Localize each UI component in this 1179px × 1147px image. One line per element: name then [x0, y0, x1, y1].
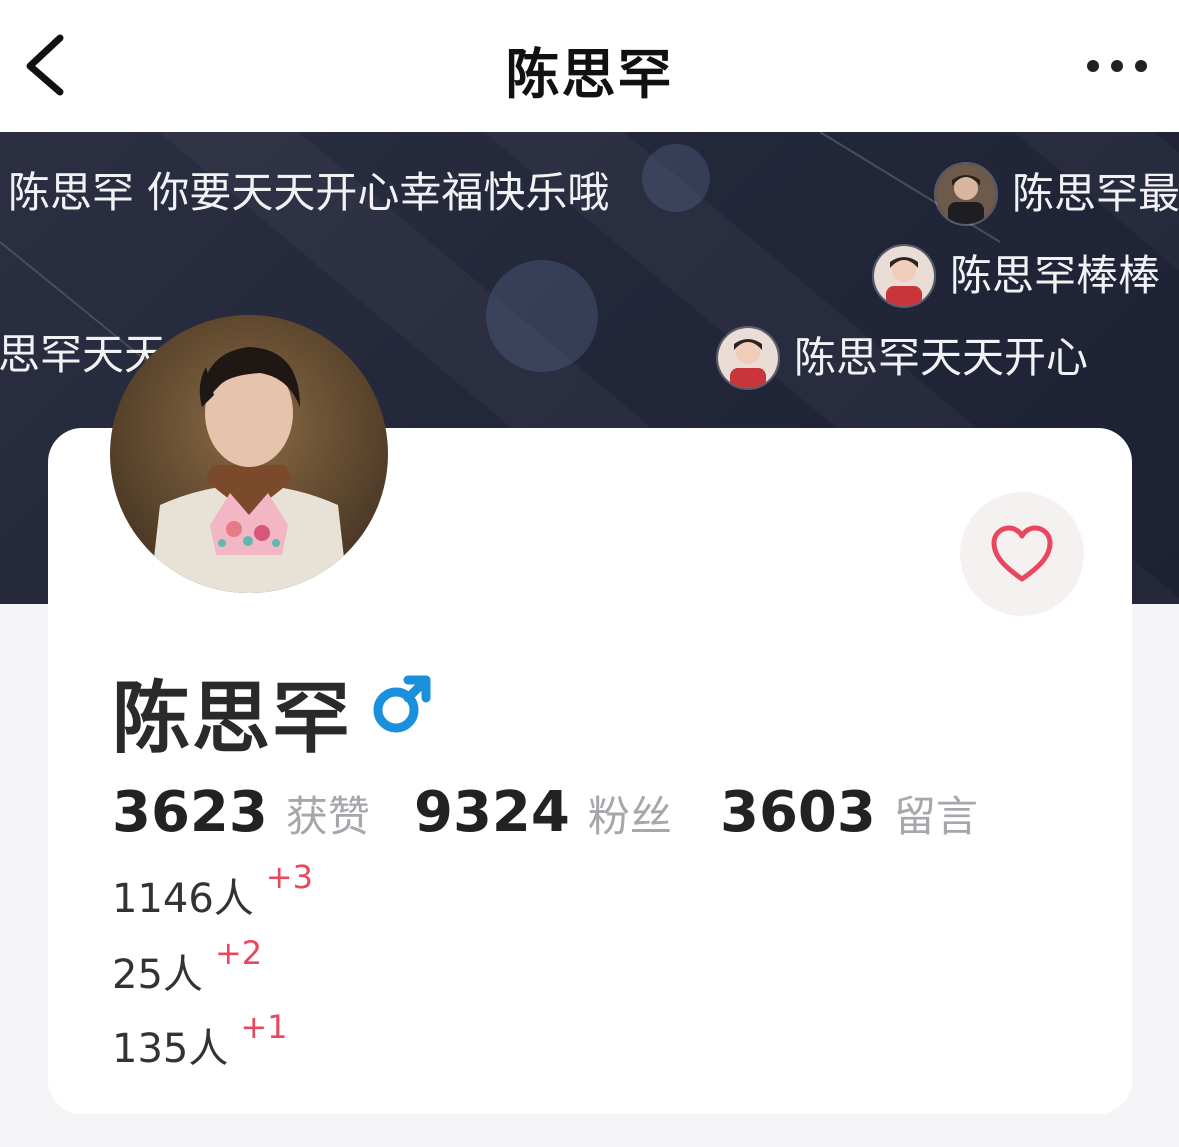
stat-label: 获赞 — [285, 792, 370, 841]
danmaku-avatar — [716, 326, 780, 390]
more-options-button[interactable] — [1079, 48, 1159, 84]
sub-stat-row: 25人 +2 — [112, 934, 262, 1000]
danmaku-message[interactable]: 陈思罕天天开心 — [716, 326, 1088, 390]
stat-label: 粉丝 — [587, 792, 672, 841]
page-title: 陈思罕 — [505, 43, 674, 106]
male-symbol-icon — [370, 672, 434, 736]
sub-stat-delta: +2 — [214, 934, 263, 972]
danmaku-avatar — [934, 162, 998, 226]
stat-value: 3603 — [720, 780, 876, 845]
sub-stat-row: 135人 +1 — [112, 1008, 288, 1074]
stat-likes[interactable]: 3623 获赞 — [112, 780, 370, 845]
danmaku-message[interactable]: 陈思罕 你要天天开心幸福快乐哦 — [8, 166, 609, 220]
danmaku-message[interactable]: 陈思罕棒棒 — [872, 244, 1160, 308]
like-button[interactable] — [960, 492, 1084, 616]
sub-stat-delta: +3 — [265, 858, 313, 896]
danmaku-avatar — [872, 244, 936, 308]
danmaku-text: 陈思罕天天开心 — [794, 333, 1089, 382]
stat-label: 留言 — [893, 792, 978, 841]
danmaku-message[interactable]: 陈思罕最 — [934, 162, 1179, 226]
stat-value: 3623 — [112, 780, 268, 845]
heart-outline-icon — [991, 525, 1053, 582]
sub-stat-count: 135人 — [112, 1026, 229, 1072]
sub-stat-delta: +1 — [240, 1008, 288, 1046]
stat-comments[interactable]: 3603 留言 — [720, 780, 978, 845]
sub-stat-count: 25人 — [112, 952, 203, 998]
top-navigation-bar: 陈思罕 — [0, 0, 1179, 132]
sub-stat-row: 1146人 +3 — [112, 858, 313, 924]
stat-value: 9324 — [414, 780, 570, 845]
sub-stat-count: 1146人 — [112, 876, 254, 922]
danmaku-text: 陈思罕棒棒 — [950, 251, 1161, 300]
stat-fans[interactable]: 9324 粉丝 — [414, 780, 672, 845]
more-dots-icon — [1087, 60, 1147, 72]
profile-avatar[interactable] — [110, 315, 388, 593]
danmaku-text: 陈思罕 你要天天开心幸福快乐哦 — [8, 168, 610, 217]
profile-name: 陈思罕 — [112, 674, 353, 764]
danmaku-text: 陈思罕最 — [1012, 169, 1179, 218]
